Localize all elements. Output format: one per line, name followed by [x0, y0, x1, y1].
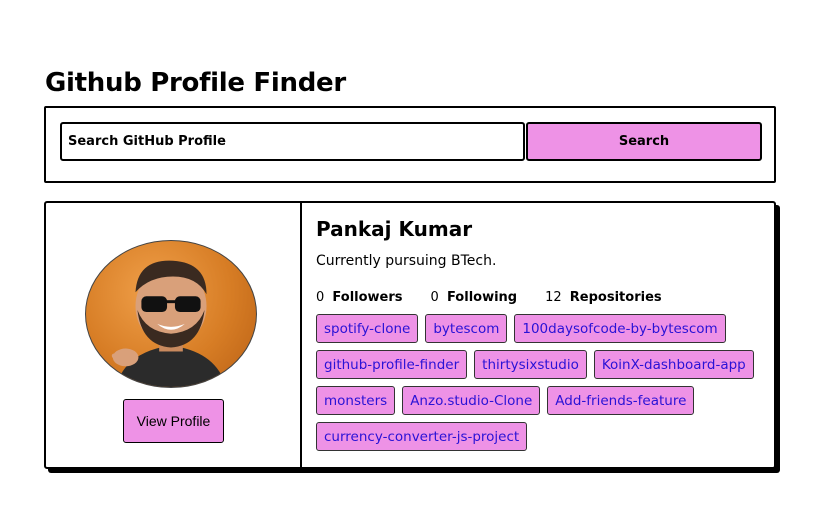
search-input[interactable] — [60, 122, 525, 161]
stat-followers: 0 Followers — [316, 290, 403, 305]
repositories-label: Repositories — [569, 290, 662, 305]
repo-link[interactable]: KoinX-dashboard-app — [593, 350, 754, 379]
profile-details: Pankaj Kumar Currently pursuing BTech. 0… — [316, 203, 764, 467]
followers-label: Followers — [332, 290, 403, 305]
repo-link[interactable]: 100daysofcode-by-bytescom — [514, 314, 726, 343]
search-button[interactable]: Search — [526, 122, 762, 161]
page-title: Github Profile Finder — [45, 68, 346, 98]
followers-count: 0 — [316, 290, 325, 305]
search-box: Search — [44, 106, 776, 183]
profile-card: View Profile Pankaj Kumar Currently purs… — [44, 201, 776, 469]
repo-link[interactable]: Add-friends-feature — [547, 386, 695, 415]
avatar-image — [111, 260, 227, 387]
repo-link[interactable]: spotify-clone — [316, 314, 419, 343]
repo-link[interactable]: bytescom — [425, 314, 508, 343]
user-name: Pankaj Kumar — [316, 217, 473, 241]
following-label: Following — [446, 290, 518, 305]
repo-link[interactable]: currency-converter-js-project — [316, 422, 528, 451]
repo-link[interactable]: monsters — [316, 386, 396, 415]
repo-link[interactable]: github-profile-finder — [316, 350, 468, 379]
repo-link[interactable]: thirtysixstudio — [474, 350, 587, 379]
stat-following: 0 Following — [431, 290, 518, 305]
following-count: 0 — [430, 290, 439, 305]
view-profile-button[interactable]: View Profile — [123, 399, 224, 443]
repo-link[interactable]: Anzo.studio-Clone — [402, 386, 541, 415]
user-bio: Currently pursuing BTech. — [316, 253, 497, 269]
profile-left-column: View Profile — [46, 203, 302, 467]
repositories-count: 12 — [545, 290, 562, 305]
profile-stats: 0 Followers 0 Following 12 Repositories — [316, 290, 690, 305]
avatar — [85, 240, 257, 388]
stat-repositories: 12 Repositories — [545, 290, 662, 305]
repository-list: spotify-clone bytescom 100daysofcode-by-… — [316, 314, 756, 451]
